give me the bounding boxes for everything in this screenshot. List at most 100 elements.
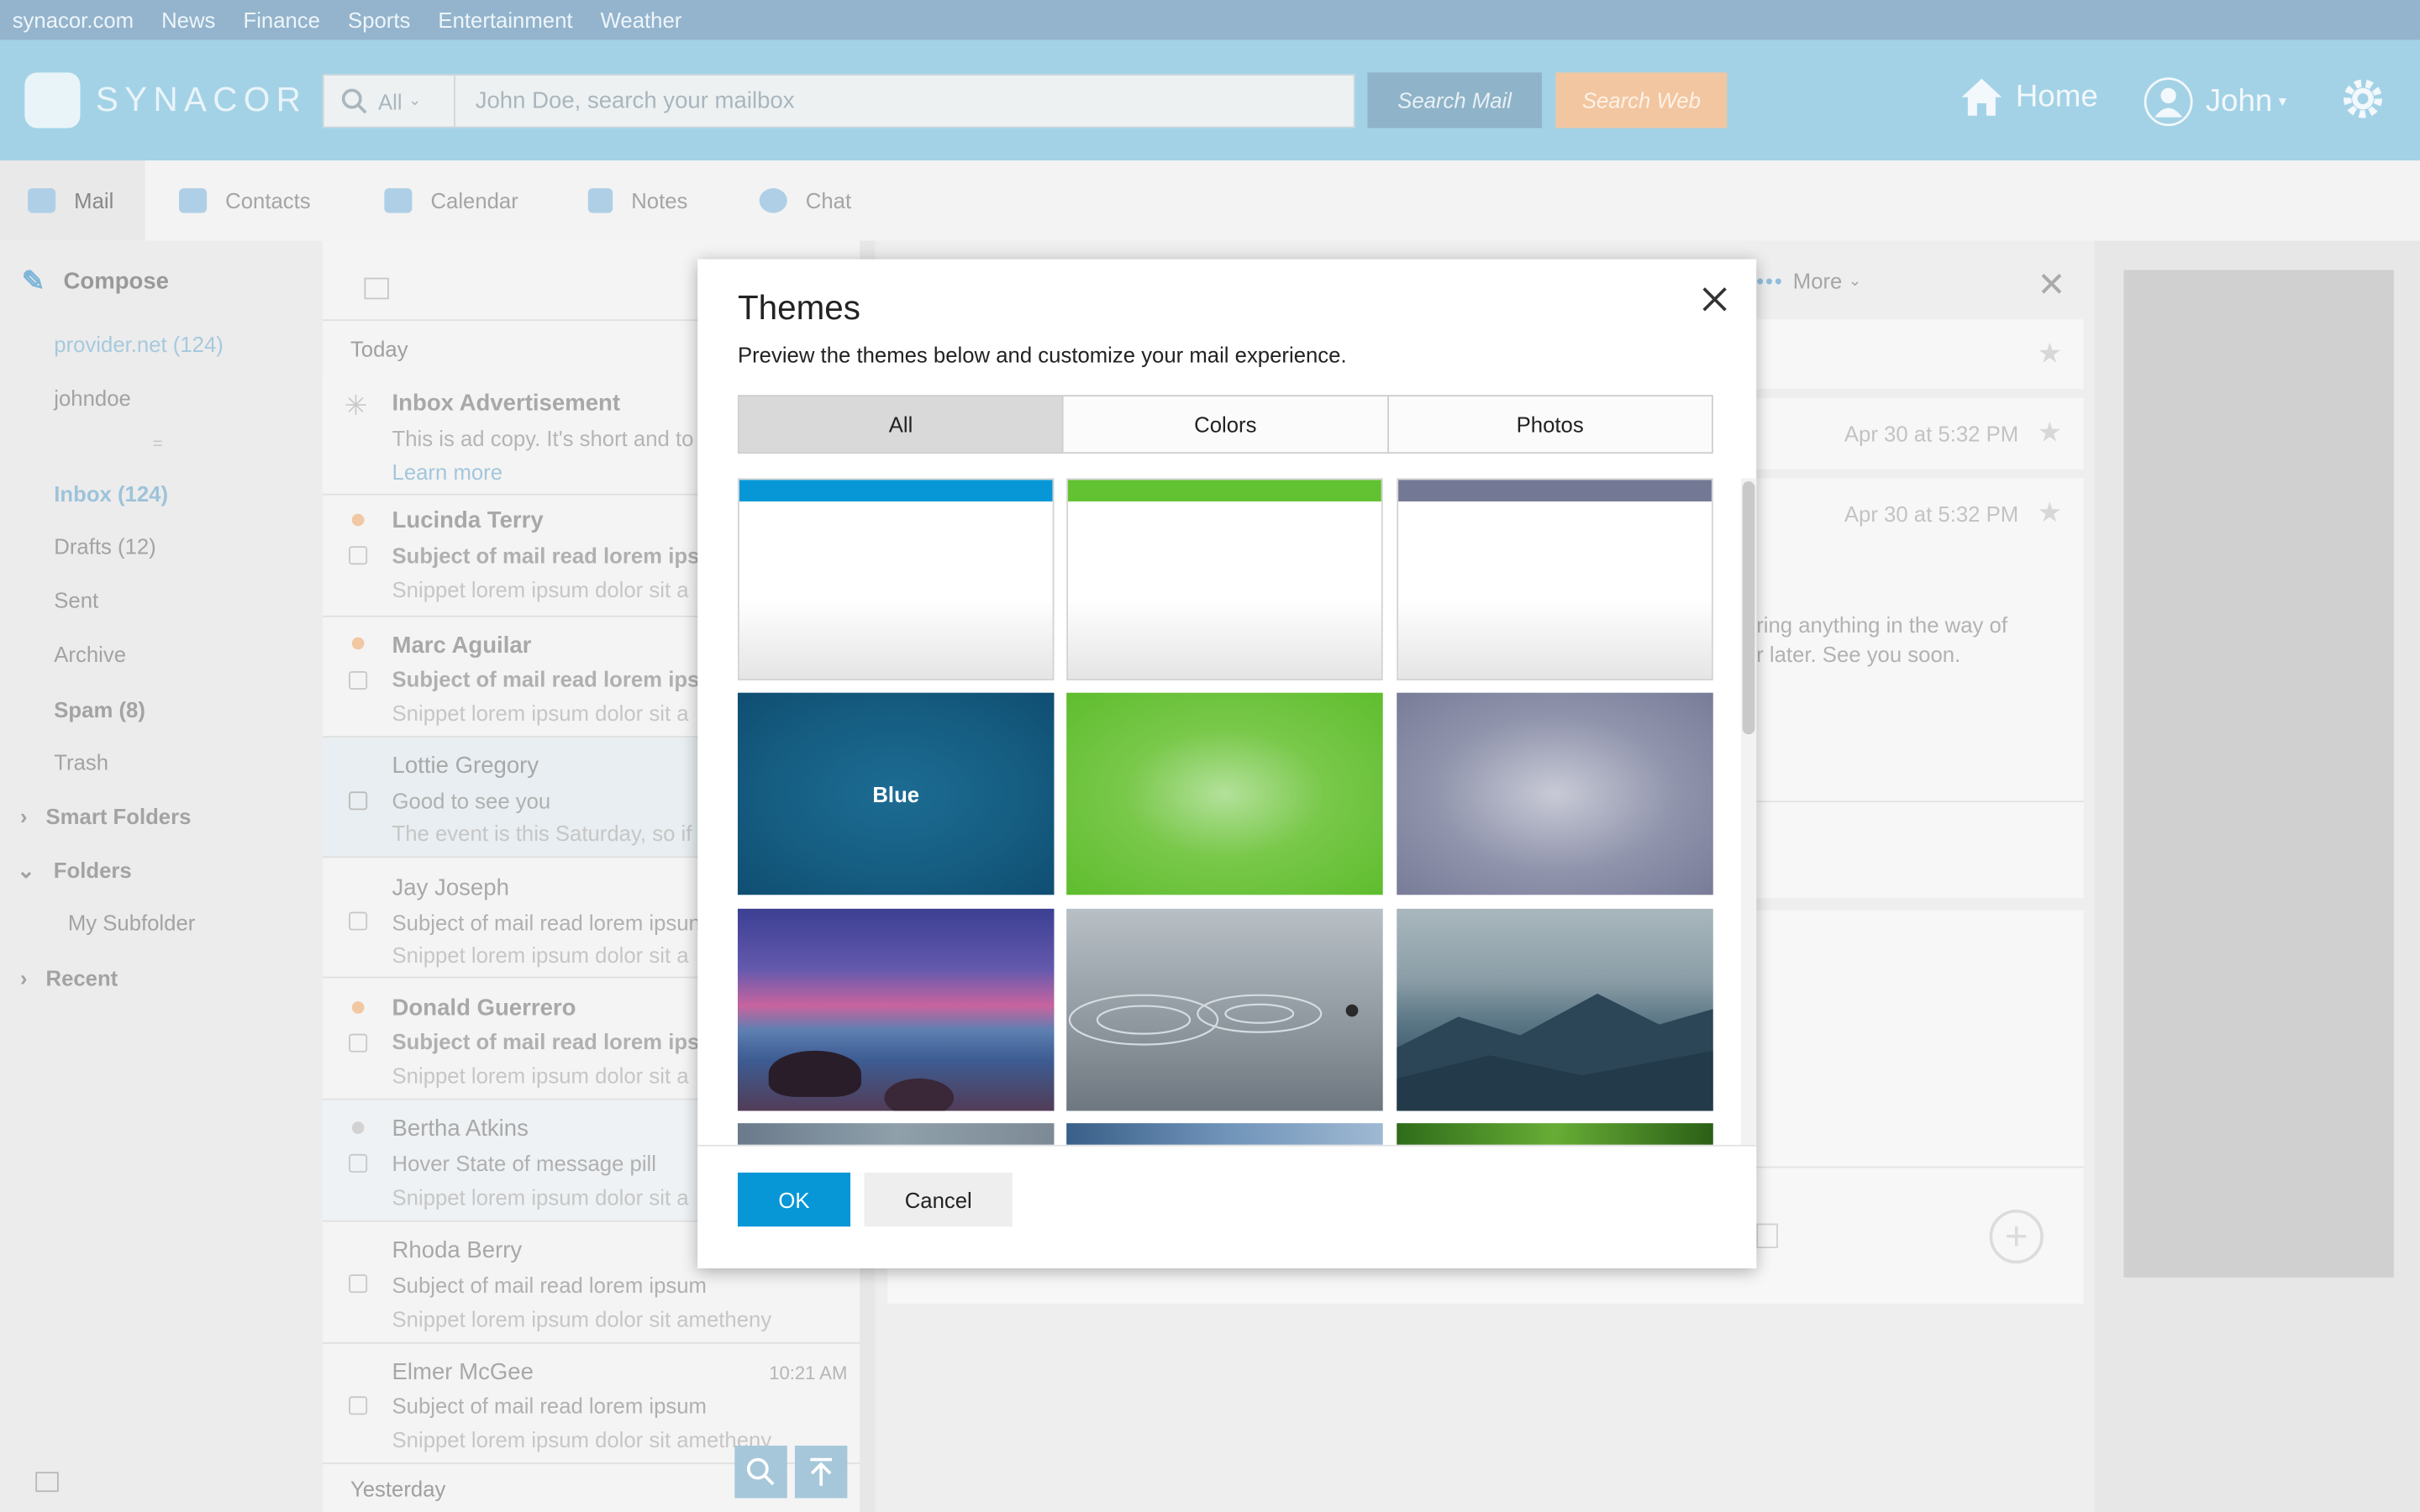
tab-mail[interactable]: Mail	[0, 160, 145, 241]
theme-tile-photo[interactable]	[737, 1123, 1055, 1145]
theme-tile-gray[interactable]	[1397, 692, 1713, 895]
folder-drafts[interactable]: Drafts (12)	[54, 534, 155, 559]
message-subject: Hover State of message pill	[392, 1151, 656, 1176]
compose-button[interactable]: ✎ Compose	[22, 265, 169, 298]
tab-chat[interactable]: Chat	[759, 160, 851, 241]
tab-photos[interactable]: Photos	[1388, 396, 1712, 453]
message-checkbox[interactable]	[349, 670, 368, 690]
gear-icon[interactable]	[2338, 74, 2388, 123]
star-icon[interactable]: ★	[2037, 417, 2062, 449]
avatar-icon	[2144, 77, 2193, 127]
user-menu[interactable]: John ▾	[2144, 77, 2286, 127]
folder-my-subfolder[interactable]: My Subfolder	[68, 911, 196, 935]
nav-link-finance[interactable]: Finance	[243, 8, 319, 32]
folder-archive[interactable]: Archive	[54, 642, 126, 666]
search-scope-dropdown[interactable]: All ⌄	[323, 74, 455, 129]
account-provider[interactable]: provider.net (124)	[54, 332, 224, 356]
star-icon[interactable]: ★	[2037, 338, 2062, 370]
message-snippet: Snippet lorem ipsum dolor sit a	[392, 1184, 689, 1210]
theme-tile-green-bar[interactable]	[1066, 478, 1383, 681]
nav-link-sports[interactable]: Sports	[348, 8, 410, 32]
theme-filter-tabs: All Colors Photos	[737, 395, 1713, 454]
trash-icon[interactable]	[1756, 1223, 1778, 1248]
add-icon[interactable]: +	[1989, 1210, 2044, 1264]
group-today: Today	[350, 336, 408, 361]
message-subject: Subject of mail read lorem ipsum	[392, 1273, 707, 1298]
message-subject: Subject of mail read lorem ips	[392, 543, 700, 568]
folder-spam[interactable]: Spam (8)	[54, 697, 145, 722]
theme-tile-blue[interactable]: Blue	[737, 692, 1055, 895]
theme-tile-photo[interactable]	[1397, 1123, 1713, 1145]
theme-tile-mountains[interactable]	[1397, 908, 1713, 1111]
resize-handle[interactable]: =	[153, 435, 163, 454]
folder-trash[interactable]: Trash	[54, 750, 108, 774]
tab-contacts-label: Contacts	[225, 188, 311, 213]
ripple-icon	[1068, 994, 1359, 1046]
image-icon[interactable]	[35, 1472, 59, 1493]
message-snippet: Snippet lorem ipsum dolor sit a	[392, 942, 689, 968]
message-body-line: r later. See you soon.	[1756, 642, 1961, 667]
home-link[interactable]: Home	[1960, 77, 2098, 118]
folder-sent[interactable]: Sent	[54, 588, 98, 612]
message-snippet: Snippet lorem ipsum dolor sit a	[392, 1063, 689, 1088]
smart-folders-label: Smart Folders	[45, 803, 192, 829]
message-checkbox[interactable]	[349, 911, 368, 931]
message-sender: Bertha Atkins	[392, 1115, 529, 1142]
search-mail-button[interactable]: Search Mail	[1367, 72, 1542, 129]
nav-link-news[interactable]: News	[161, 8, 215, 32]
tab-notes-label: Notes	[631, 188, 688, 213]
account-johndoe[interactable]: johndoe	[54, 386, 131, 410]
smart-folders-toggle[interactable]: › Smart Folders	[20, 804, 192, 828]
message-snippet: The event is this Saturday, so if	[392, 821, 692, 846]
theme-tile-water-ripple[interactable]	[1066, 908, 1383, 1111]
nav-link-entertainment[interactable]: Entertainment	[438, 8, 572, 32]
dialog-footer	[697, 1144, 1757, 1268]
search-list-button[interactable]	[734, 1446, 787, 1499]
nav-link-weather[interactable]: Weather	[601, 8, 682, 32]
tab-colors[interactable]: Colors	[1064, 396, 1389, 453]
folder-inbox[interactable]: Inbox (124)	[54, 481, 168, 506]
search-web-button[interactable]: Search Web	[1555, 72, 1728, 129]
message-checkbox[interactable]	[349, 791, 368, 811]
theme-tile-green[interactable]	[1066, 692, 1383, 895]
calendar-icon	[384, 188, 413, 213]
logo-text: SYNACOR	[95, 80, 308, 119]
ok-button[interactable]: OK	[737, 1172, 851, 1227]
tab-notes[interactable]: Notes	[587, 160, 688, 241]
cancel-button[interactable]: Cancel	[864, 1172, 1013, 1227]
nav-link-synacor[interactable]: synacor.com	[13, 8, 134, 32]
message-sender: Lucinda Terry	[392, 507, 544, 534]
message-subject: Subject of mail read lorem ipsun	[392, 910, 701, 936]
message-checkbox[interactable]	[349, 1153, 368, 1173]
message-checkbox[interactable]	[349, 546, 368, 565]
theme-tile-photo[interactable]	[1066, 1123, 1383, 1145]
chevron-down-icon: ⌄	[408, 92, 422, 110]
theme-tile-sunset-beach[interactable]	[737, 908, 1055, 1111]
message-snippet: Snippet lorem ipsum dolor sit a	[392, 576, 689, 602]
scrollbar-thumb[interactable]	[1742, 481, 1755, 735]
message-subject: Subject of mail read lorem ips	[392, 666, 700, 691]
scroll-top-button[interactable]	[794, 1446, 848, 1499]
message-checkbox[interactable]	[349, 1033, 368, 1053]
recent-toggle[interactable]: › Recent	[20, 966, 118, 990]
message-checkbox[interactable]	[349, 1274, 368, 1294]
tab-all[interactable]: All	[739, 396, 1065, 453]
folders-toggle[interactable]: ⌄ Folders	[17, 858, 131, 884]
search-placeholder: John Doe, search your mailbox	[475, 87, 795, 114]
theme-tile-gray-bar[interactable]	[1397, 478, 1713, 681]
message-checkbox[interactable]	[349, 1396, 368, 1415]
pencil-icon: ✎	[21, 265, 45, 297]
message-snippet: Snippet lorem ipsum dolor sit ametheny	[392, 1306, 772, 1332]
star-icon[interactable]: ★	[2037, 496, 2062, 529]
search-scope-label: All	[378, 88, 402, 114]
theme-tile-blue-bar[interactable]	[737, 478, 1055, 681]
more-menu[interactable]: ••• More ⌄	[1756, 269, 1861, 293]
select-all-checkbox[interactable]	[364, 277, 389, 300]
close-icon[interactable]	[1697, 282, 1731, 316]
close-pane-icon[interactable]: ✕	[2037, 265, 2065, 306]
tab-contacts[interactable]: Contacts	[179, 160, 311, 241]
compose-label: Compose	[63, 268, 170, 295]
synacor-logo-icon	[24, 72, 81, 129]
ad-learn-more-link[interactable]: Learn more	[392, 459, 502, 484]
tab-calendar[interactable]: Calendar	[384, 160, 518, 241]
